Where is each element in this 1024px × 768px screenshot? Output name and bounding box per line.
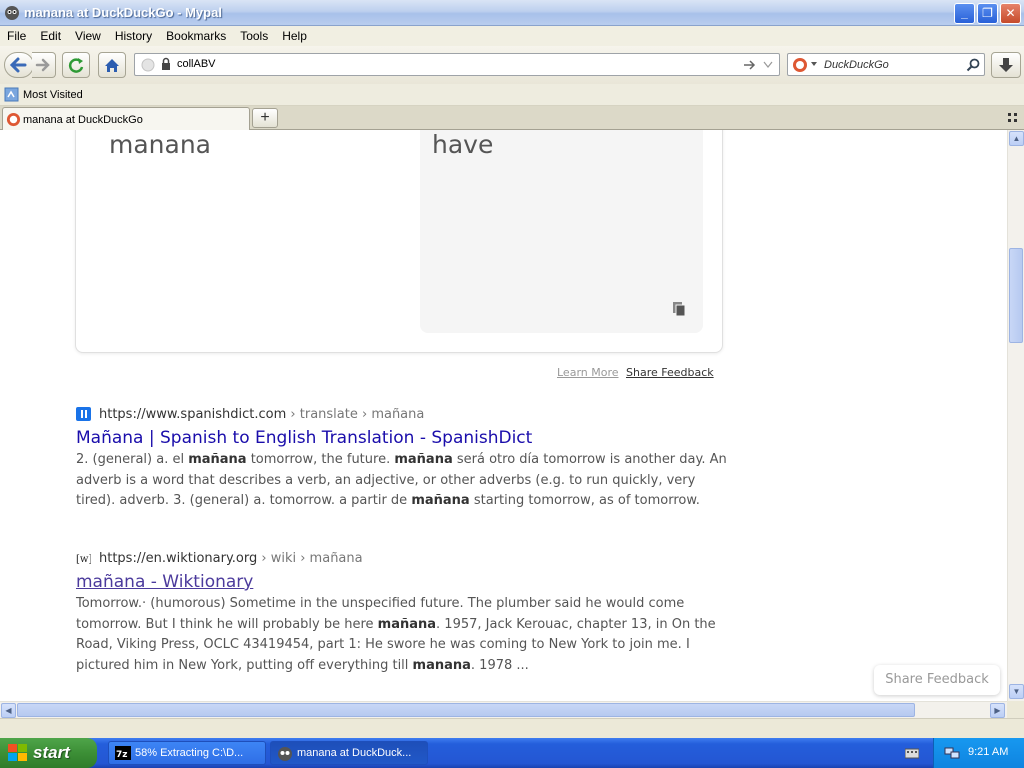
windows-logo-icon xyxy=(8,744,27,761)
keyboard-icon[interactable] xyxy=(905,747,919,759)
menu-edit[interactable]: Edit xyxy=(33,26,68,43)
status-bar xyxy=(0,718,1024,738)
forward-arrow-icon xyxy=(35,58,50,72)
forward-button[interactable] xyxy=(32,52,56,78)
mypal-app-icon xyxy=(278,747,292,761)
windows-taskbar: start 7z 58% Extracting C:\D... manana a… xyxy=(0,738,1024,768)
scrollbar-corner xyxy=(1007,701,1024,718)
menu-view[interactable]: View xyxy=(68,26,108,43)
target-panel: have xyxy=(420,130,703,333)
scroll-left-icon[interactable]: ◀ xyxy=(1,703,16,718)
navigation-toolbar: collABV DuckDuckGo xyxy=(0,46,1024,84)
menu-file[interactable]: File xyxy=(0,26,33,43)
spanishdict-favicon-icon xyxy=(76,407,91,421)
search-placeholder: DuckDuckGo xyxy=(824,59,889,71)
clock[interactable]: 9:21 AM xyxy=(968,746,1008,758)
result-url[interactable]: https://www.spanishdict.com › translate … xyxy=(76,406,736,424)
download-icon xyxy=(999,58,1013,72)
result-path: › wiki › mañana xyxy=(257,551,363,566)
target-text: have xyxy=(432,130,494,159)
plus-icon: + xyxy=(260,109,270,126)
menu-help[interactable]: Help xyxy=(275,26,314,43)
learn-more-link[interactable]: Learn More xyxy=(557,366,619,379)
floating-share-feedback-button[interactable]: Share Feedback xyxy=(874,665,1000,695)
system-tray: 9:21 AM xyxy=(933,738,1024,768)
window-titlebar: manana at DuckDuckGo - Mypal _ ❐ ✕ xyxy=(0,0,1024,26)
network-icon[interactable] xyxy=(944,745,960,761)
taskbar-item-label: manana at DuckDuck... xyxy=(297,747,412,759)
url-dropdown-icon[interactable] xyxy=(763,61,773,69)
scroll-right-icon[interactable]: ▶ xyxy=(990,703,1005,718)
horizontal-scrollbar[interactable]: ◀ ▶ xyxy=(0,701,1007,718)
home-icon xyxy=(105,59,119,72)
menu-bar: File Edit View History Bookmarks Tools Help xyxy=(0,26,1024,46)
result-url[interactable]: [w] https://en.wiktionary.org › wiki › m… xyxy=(76,550,736,568)
reload-icon xyxy=(68,58,84,73)
tab-list-icon[interactable] xyxy=(1006,112,1020,124)
new-tab-button[interactable]: + xyxy=(252,108,278,128)
search-icon[interactable] xyxy=(966,58,980,72)
menu-history[interactable]: History xyxy=(108,26,159,43)
taskbar-item-mypal[interactable]: manana at DuckDuck... xyxy=(270,741,428,765)
search-result: [w] https://en.wiktionary.org › wiki › m… xyxy=(76,550,736,676)
7zip-icon: 7z xyxy=(115,746,131,760)
menu-bookmarks[interactable]: Bookmarks xyxy=(159,26,233,43)
search-result: https://www.spanishdict.com › translate … xyxy=(76,406,736,512)
svg-text:7z: 7z xyxy=(116,750,128,760)
window-title: manana at DuckDuckGo - Mypal xyxy=(24,5,222,20)
bookmarks-toolbar: Most Visited xyxy=(0,84,1024,106)
copy-icon[interactable] xyxy=(672,301,686,317)
taskbar-item-label: 58% Extracting C:\D... xyxy=(135,747,244,759)
tab-label: manana at DuckDuckGo xyxy=(23,114,143,126)
most-visited-bookmark[interactable]: Most Visited xyxy=(23,89,83,101)
maximize-button[interactable]: ❐ xyxy=(977,3,998,24)
url-bar[interactable]: collABV xyxy=(134,53,780,76)
most-visited-icon xyxy=(4,87,19,102)
horizontal-scroll-thumb[interactable] xyxy=(17,703,915,717)
lock-icon xyxy=(162,57,170,70)
vertical-scrollbar[interactable]: ▲ ▼ xyxy=(1007,130,1024,701)
source-text[interactable]: manana xyxy=(109,130,211,159)
menu-tools[interactable]: Tools xyxy=(233,26,275,43)
close-button[interactable]: ✕ xyxy=(1000,3,1021,24)
scroll-up-icon[interactable]: ▲ xyxy=(1009,131,1024,146)
back-arrow-icon xyxy=(9,57,27,73)
reload-button[interactable] xyxy=(62,52,90,78)
home-button[interactable] xyxy=(98,52,126,78)
result-domain: https://www.spanishdict.com xyxy=(99,407,287,422)
engine-dropdown-icon[interactable] xyxy=(811,62,817,67)
result-snippet: Tomorrow.· (humorous) Sometime in the un… xyxy=(76,596,716,673)
taskbar-item-7zip[interactable]: 7z 58% Extracting C:\D... xyxy=(108,741,266,765)
mypal-app-icon xyxy=(5,6,19,20)
result-path: › translate › mañana xyxy=(286,407,425,422)
svg-text:[w]: [w] xyxy=(76,554,91,565)
translation-card: manana have xyxy=(75,130,723,353)
search-bar[interactable]: DuckDuckGo xyxy=(787,53,985,76)
share-feedback-link[interactable]: Share Feedback xyxy=(626,366,714,379)
wiktionary-favicon-icon: [w] xyxy=(76,554,91,565)
vertical-scroll-thumb[interactable] xyxy=(1009,248,1023,343)
minimize-button[interactable]: _ xyxy=(954,3,975,24)
duckduckgo-engine-icon[interactable] xyxy=(792,57,808,73)
start-button[interactable]: start xyxy=(0,738,97,768)
start-label: start xyxy=(33,743,70,762)
duckduckgo-favicon-icon xyxy=(6,112,21,127)
result-domain: https://en.wiktionary.org xyxy=(99,551,258,566)
go-arrow-icon[interactable] xyxy=(743,59,757,71)
url-text: collABV xyxy=(177,58,216,70)
tab-duckduckgo[interactable]: manana at DuckDuckGo xyxy=(2,107,250,131)
result-snippet: 2. (general) a. el mañana tomorrow, the … xyxy=(76,452,727,508)
result-title[interactable]: Mañana | Spanish to English Translation … xyxy=(76,428,736,448)
result-title[interactable]: mañana - Wiktionary xyxy=(76,572,736,592)
page-content: manana have Learn More Share Feedback ht… xyxy=(0,130,1007,701)
back-button[interactable] xyxy=(4,52,34,78)
globe-icon xyxy=(141,58,155,72)
downloads-button[interactable] xyxy=(991,52,1021,78)
scroll-down-icon[interactable]: ▼ xyxy=(1009,684,1024,699)
tab-bar: manana at DuckDuckGo + xyxy=(0,106,1024,131)
